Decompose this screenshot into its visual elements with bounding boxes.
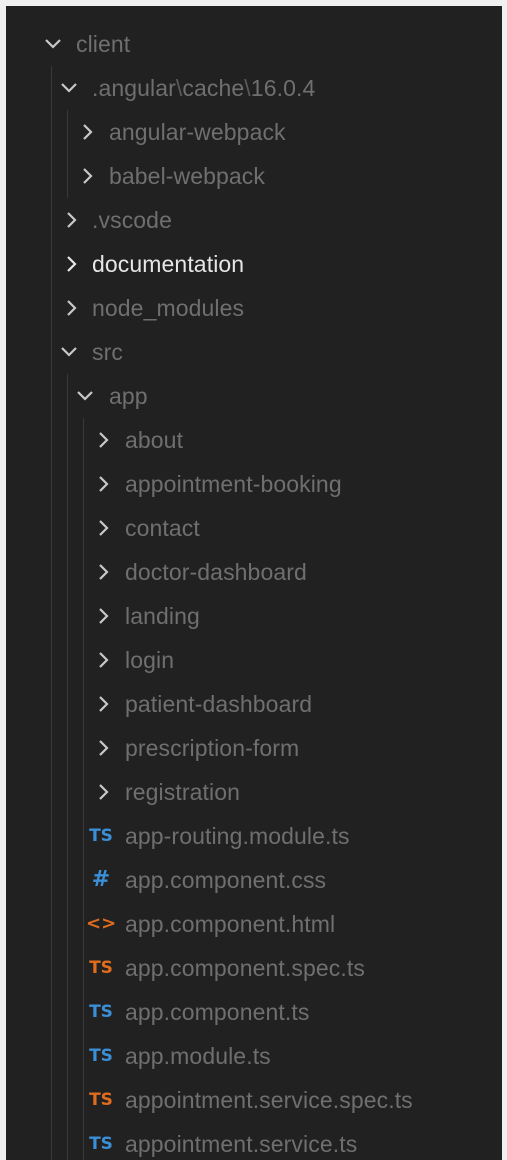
tree-item-app[interactable]: app <box>6 374 502 418</box>
css-hash-icon: # <box>91 867 111 892</box>
chevron-right-icon <box>76 154 98 198</box>
tree-item-label: app.component.html <box>125 911 336 937</box>
tree-item-folder[interactable]: landing <box>6 594 502 638</box>
typescript-icon: TS <box>89 1134 113 1154</box>
chevron-right-icon <box>92 682 114 726</box>
path-segment: cache <box>182 75 245 101</box>
chevron-down-icon <box>58 66 80 110</box>
tree-item-label: babel-webpack <box>109 163 266 189</box>
tree-item-node-modules[interactable]: node_modules <box>6 286 502 330</box>
chevron-right-icon <box>92 594 114 638</box>
tree-item-file[interactable]: TS app.module.ts <box>6 1034 502 1078</box>
tree-item-folder[interactable]: contact <box>6 506 502 550</box>
chevron-right-icon <box>92 418 114 462</box>
tree-item-label: documentation <box>92 251 245 277</box>
tree-item-folder[interactable]: about <box>6 418 502 462</box>
tree-item-label: app <box>109 383 148 409</box>
tree-item-label: angular-webpack <box>109 119 286 145</box>
chevron-right-icon <box>76 110 98 154</box>
tree-item-folder[interactable]: prescription-form <box>6 726 502 770</box>
tree-item-label: app.component.ts <box>125 999 310 1025</box>
tree-item-label: app.component.css <box>125 867 327 893</box>
tree-item-label: about <box>125 427 184 453</box>
tree-item-label: .angular\cache\16.0.4 <box>92 66 315 110</box>
typescript-icon: TS <box>89 1002 113 1022</box>
file-explorer-tree: client .angular\cache\16.0.4 angular-web… <box>6 6 502 1160</box>
chevron-right-icon <box>92 550 114 594</box>
tree-item-label: appointment.service.spec.ts <box>125 1087 413 1113</box>
tree-item-folder[interactable]: registration <box>6 770 502 814</box>
tree-item-label: appointment-booking <box>125 471 342 497</box>
path-segment: 16.0.4 <box>250 75 316 101</box>
tree-item-folder[interactable]: login <box>6 638 502 682</box>
tree-item-label: prescription-form <box>125 735 300 761</box>
tree-item-documentation[interactable]: documentation <box>6 242 502 286</box>
tree-item-label: registration <box>125 779 240 805</box>
tree-item-label: doctor-dashboard <box>125 559 307 585</box>
chevron-right-icon <box>60 286 82 330</box>
html-brackets-icon: <> <box>86 913 117 934</box>
chevron-right-icon <box>60 242 82 286</box>
tree-item-label: patient-dashboard <box>125 691 313 717</box>
tree-item-client[interactable]: client <box>6 22 502 66</box>
tree-item-label: node_modules <box>92 295 245 321</box>
tree-item-folder[interactable]: appointment-booking <box>6 462 502 506</box>
typescript-spec-icon: TS <box>89 1090 113 1110</box>
tree-item-babel-webpack[interactable]: babel-webpack <box>6 154 502 198</box>
tree-item-file[interactable]: TS app.component.ts <box>6 990 502 1034</box>
tree-item-label: appointment.service.ts <box>125 1131 358 1157</box>
tree-item-file[interactable]: TS appointment.service.spec.ts <box>6 1078 502 1122</box>
chevron-right-icon <box>92 726 114 770</box>
tree-item-file[interactable]: # app.component.css <box>6 858 502 902</box>
typescript-icon: TS <box>89 826 113 846</box>
typescript-spec-icon: TS <box>89 958 113 978</box>
tree-item-vscode[interactable]: .vscode <box>6 198 502 242</box>
tree-item-file[interactable]: TS appointment.service.ts <box>6 1122 502 1160</box>
chevron-down-icon <box>58 330 80 374</box>
tree-item-label: app.component.spec.ts <box>125 955 365 981</box>
chevron-right-icon <box>60 198 82 242</box>
tree-item-angular-webpack[interactable]: angular-webpack <box>6 110 502 154</box>
chevron-down-icon <box>74 374 96 418</box>
tree-item-label: src <box>92 339 123 365</box>
chevron-down-icon <box>42 22 64 66</box>
tree-item-file[interactable]: TS app-routing.module.ts <box>6 814 502 858</box>
tree-item-label: contact <box>125 515 200 541</box>
tree-item-label: login <box>125 647 175 673</box>
chevron-right-icon <box>92 770 114 814</box>
tree-item-angular-cache[interactable]: .angular\cache\16.0.4 <box>6 66 502 110</box>
typescript-icon: TS <box>89 1046 113 1066</box>
tree-item-label: client <box>76 31 131 57</box>
tree-item-folder[interactable]: patient-dashboard <box>6 682 502 726</box>
chevron-right-icon <box>92 506 114 550</box>
chevron-right-icon <box>92 462 114 506</box>
tree-item-file[interactable]: TS app.component.spec.ts <box>6 946 502 990</box>
chevron-right-icon <box>92 638 114 682</box>
tree-item-label: landing <box>125 603 200 629</box>
tree-item-label: app-routing.module.ts <box>125 823 350 849</box>
tree-item-folder[interactable]: doctor-dashboard <box>6 550 502 594</box>
path-segment: .angular <box>92 75 176 101</box>
tree-item-label: app.module.ts <box>125 1043 271 1069</box>
tree-item-src[interactable]: src <box>6 330 502 374</box>
tree-item-file[interactable]: <> app.component.html <box>6 902 502 946</box>
tree-item-label: .vscode <box>92 207 172 233</box>
